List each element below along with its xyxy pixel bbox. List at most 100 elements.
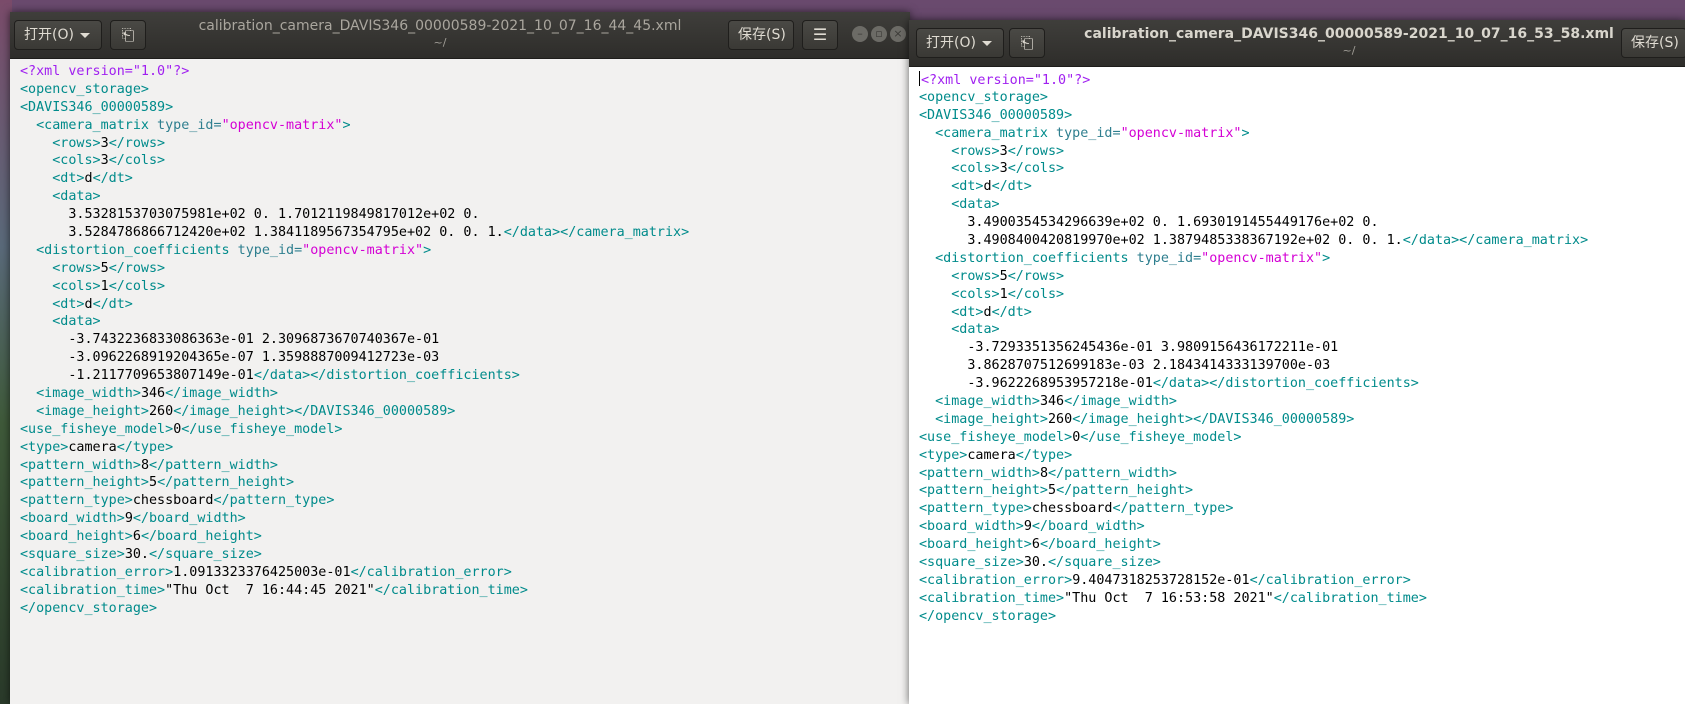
xml-close-tag: </use_fisheye_model> [1080, 429, 1242, 445]
xml-close-tag: </calibration_error> [1249, 572, 1411, 588]
code-line: -3.0962268919204365e-07 1.35988870094127… [20, 349, 910, 367]
xml-text: "Thu Oct 7 16:44:45 2021" [165, 582, 375, 598]
code-line: -1.2117709653807149e-01</data></distorti… [20, 367, 910, 385]
left-window-title: calibration_camera_DAVIS346_00000589-202… [160, 16, 720, 50]
xml-text: 6 [1031, 537, 1040, 553]
code-line: </opencv_storage> [919, 608, 1685, 626]
xml-text: chessboard [1031, 501, 1113, 517]
left-open-label: 打开(O) [24, 27, 74, 43]
code-line: <camera_matrix type_id="opencv-matrix"> [919, 125, 1685, 143]
text-cursor [919, 71, 920, 86]
xml-tag: </opencv_storage> [20, 600, 158, 616]
xml-text: d [84, 171, 93, 187]
code-line: <?xml version="1.0"?> [20, 63, 910, 81]
code-line: <calibration_time>"Thu Oct 7 16:44:45 20… [20, 582, 910, 600]
code-line: <square_size>30.</square_size> [919, 554, 1685, 572]
code-line: <pattern_type>chessboard</pattern_type> [919, 500, 1685, 518]
close-icon[interactable]: × [890, 26, 906, 42]
xml-open-tag: <pattern_type> [919, 501, 1032, 517]
xml-open-tag: <pattern_width> [20, 457, 141, 473]
xml-close-tag: </board_width> [132, 511, 246, 527]
xml-close-tag: </rows> [108, 135, 166, 151]
code-line: <image_width>346</image_width> [919, 393, 1685, 411]
xml-open-tag: <calibration_time> [20, 582, 166, 598]
xml-text: 8 [140, 457, 149, 473]
left-title-text: calibration_camera_DAVIS346_00000589-202… [198, 18, 682, 34]
chevron-down-icon [981, 40, 992, 46]
xml-close-tag: </dt> [92, 171, 133, 187]
xml-open-tag: <square_size> [20, 547, 125, 563]
xml-open-tag: <pattern_height> [919, 483, 1048, 499]
xml-declaration: <?xml version="1.0"?> [20, 64, 190, 79]
xml-close-tag: </type> [116, 439, 174, 455]
code-line: <DAVIS346_00000589> [919, 107, 1685, 125]
xml-open-tag: <use_fisheye_model> [20, 421, 174, 437]
left-hamburger-menu-button[interactable]: ☰ [802, 20, 838, 50]
xml-close-tag: </use_fisheye_model> [181, 421, 343, 437]
code-line: <type>camera</type> [20, 439, 910, 457]
hamburger-menu-icon: ☰ [812, 25, 828, 44]
code-line: <dt>d</dt> [20, 170, 910, 188]
right-text-editor[interactable]: <?xml version="1.0"?> <opencv_storage> <DA… [909, 67, 1685, 704]
xml-text: 3.5328153703075981e+02 0. 1.701211984981… [68, 207, 480, 223]
xml-close-tag: </pattern_height> [1056, 483, 1194, 499]
code-line: <cols>3</cols> [919, 160, 1685, 178]
xml-close-tag: </image_width> [1064, 394, 1177, 410]
code-line: <cols>1</cols> [20, 278, 910, 296]
right-new-tab-button[interactable]: ⎗ [1009, 28, 1045, 58]
right-save-button[interactable]: 保存(S) [1621, 28, 1685, 58]
xml-tag: > [1241, 125, 1250, 141]
left-text-editor[interactable]: <?xml version="1.0"?> <opencv_storage> <DA… [10, 59, 910, 704]
code-line: <pattern_type>chessboard</pattern_type> [20, 492, 910, 510]
code-line: </opencv_storage> [20, 600, 910, 618]
maximize-icon[interactable]: ▫ [871, 26, 887, 42]
code-line: <data> [20, 188, 910, 206]
left-open-button[interactable]: 打开(O) [14, 20, 102, 50]
minimize-icon[interactable]: – [852, 26, 868, 42]
xml-close-tag: </calibration_time> [1273, 590, 1427, 606]
xml-close-tag: </calibration_error> [350, 564, 512, 580]
code-line: <dt>d</dt> [919, 304, 1685, 322]
code-line: <image_width>346</image_width> [20, 385, 910, 403]
xml-text: 3 [100, 153, 109, 169]
xml-attribute-value: "opencv-matrix" [302, 242, 424, 258]
xml-close-tag: </square_size> [1048, 555, 1161, 571]
xml-close-tag: </image_width> [165, 386, 278, 402]
xml-close-tag: </pattern_type> [213, 493, 335, 509]
xml-close-tag: </cols> [1007, 286, 1065, 302]
xml-text: 9 [124, 511, 133, 527]
xml-open-tag: <calibration_error> [919, 572, 1073, 588]
xml-text: 1.0913323376425003e-01 [173, 564, 351, 580]
xml-text: 30. [1023, 555, 1048, 571]
xml-close-tag: </data></camera_matrix> [503, 225, 690, 241]
xml-close-tag: </rows> [1007, 268, 1065, 284]
xml-open-tag: <pattern_type> [20, 493, 133, 509]
xml-close-tag: </pattern_width> [149, 457, 278, 473]
xml-tag: > [423, 242, 432, 258]
xml-close-tag: </square_size> [149, 547, 262, 563]
xml-open-tag: <dt> [52, 296, 85, 312]
xml-open-tag: <image_width> [935, 394, 1040, 410]
new-document-icon: ⎗ [1020, 33, 1034, 52]
xml-close-tag: </board_width> [1031, 519, 1145, 535]
code-line: <board_width>9</board_width> [919, 518, 1685, 536]
right-open-button[interactable]: 打开(O) [916, 28, 1004, 58]
left-save-button[interactable]: 保存(S) [728, 20, 794, 50]
code-line: <board_height>6</board_height> [20, 528, 910, 546]
xml-open-tag: <dt> [951, 179, 984, 195]
xml-close-tag: </pattern_width> [1048, 465, 1177, 481]
xml-text: 346 [1039, 394, 1065, 410]
xml-close-tag: </type> [1015, 447, 1073, 463]
left-new-tab-button[interactable]: ⎗ [110, 20, 146, 50]
xml-text: 6 [132, 529, 141, 545]
